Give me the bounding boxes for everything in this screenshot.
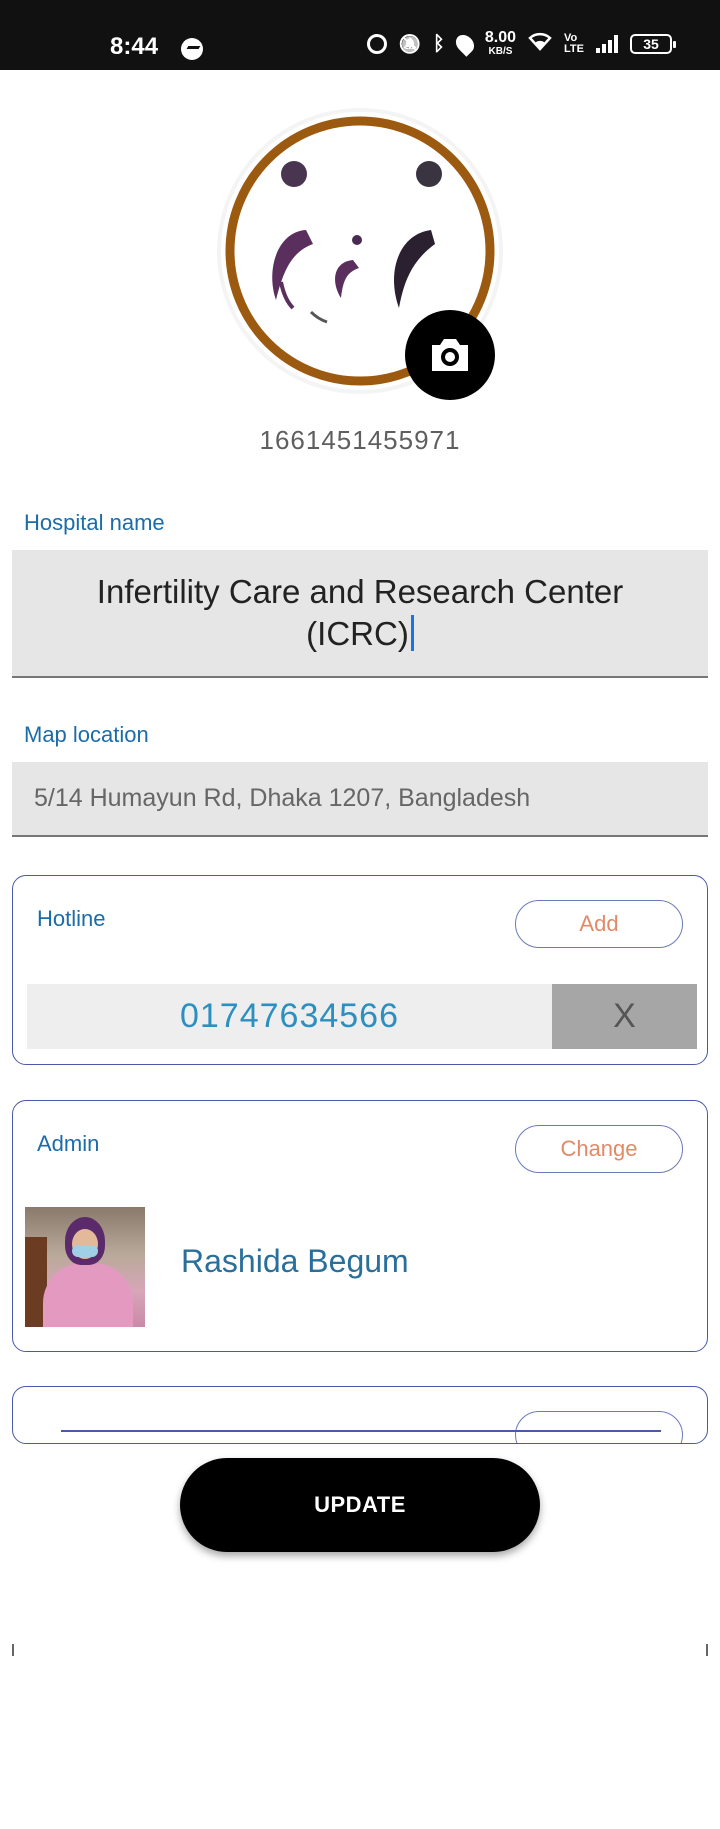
hotline-title: Hotline <box>37 906 106 931</box>
hotline-card: Hotline Add 01747634566 X <box>12 875 708 1065</box>
mute-icon <box>399 34 421 54</box>
volte-indicator: Vo LTE <box>564 33 584 55</box>
partial-card-button[interactable] <box>515 1411 683 1443</box>
hotline-row: 01747634566 X <box>27 984 697 1049</box>
status-time: 8:44 <box>110 33 159 60</box>
change-photo-button[interactable] <box>405 310 495 400</box>
partial-card-divider <box>61 1430 661 1432</box>
hotline-number[interactable]: 01747634566 <box>27 984 552 1049</box>
map-location-value: 5/14 Humayun Rd, Dhaka 1207, Bangladesh <box>34 784 531 812</box>
location-icon <box>452 31 478 57</box>
signal-icon <box>596 35 618 53</box>
speed-value: 8.00 <box>484 29 517 46</box>
admin-title: Admin <box>37 1131 100 1156</box>
scroll-edge-right <box>706 1644 708 1656</box>
hospital-name-field[interactable]: Infertility Care and Research Center (IC… <box>12 550 708 678</box>
user-id: 1661451455971 <box>259 425 461 455</box>
map-location-field[interactable]: 5/14 Humayun Rd, Dhaka 1207, Bangladesh <box>12 762 708 837</box>
update-button[interactable]: UPDATE <box>180 1458 540 1552</box>
volte-bottom: LTE <box>564 43 584 55</box>
alarm-icon <box>366 34 387 54</box>
hospital-name-value: Infertility Care and Research Center (IC… <box>96 573 624 652</box>
messenger-icon <box>181 38 203 60</box>
network-speed: 8.00 KB/S <box>485 30 516 58</box>
admin-avatar <box>25 1207 145 1327</box>
camera-icon <box>432 339 468 371</box>
scroll-edge-left <box>12 1644 14 1656</box>
change-admin-button[interactable]: Change <box>515 1125 683 1173</box>
speed-unit: KB/S <box>488 46 513 57</box>
remove-hotline-button[interactable]: X <box>552 984 697 1049</box>
admin-card: Admin Change Rashida Begum <box>12 1100 708 1352</box>
wifi-icon <box>528 31 552 57</box>
hospital-name-label: Hospital name <box>24 510 165 535</box>
partial-card <box>12 1386 708 1444</box>
status-bar: 8:44 ᛒ 8.00 KB/S Vo LTE 35 <box>0 0 720 70</box>
add-hotline-button[interactable]: Add <box>515 900 683 948</box>
status-icons: ᛒ 8.00 KB/S Vo LTE 35 <box>366 30 676 58</box>
map-location-label: Map location <box>24 722 149 747</box>
admin-name: Rashida Begum <box>181 1243 409 1279</box>
text-cursor <box>410 615 414 651</box>
battery-icon: 35 <box>630 34 676 54</box>
bluetooth-icon: ᛒ <box>432 32 445 55</box>
